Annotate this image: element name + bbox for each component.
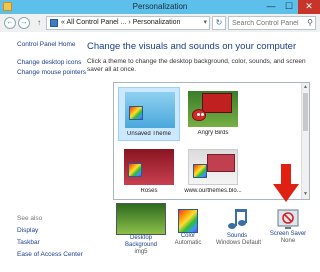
sidebar-item-change-desktop-icons[interactable]: Change desktop icons xyxy=(17,59,81,66)
page-title: Change the visuals and sounds on your co… xyxy=(87,41,297,52)
scroll-thumb[interactable] xyxy=(303,93,308,131)
desktop-background-button[interactable]: Desktop Background img5 xyxy=(113,203,169,256)
theme-tile-roses[interactable]: Roses xyxy=(118,145,180,199)
see-also-taskbar[interactable]: Taskbar xyxy=(17,239,40,246)
desktop-background-label-2: Background xyxy=(124,242,158,248)
screen-saver-value: None xyxy=(280,238,296,244)
breadcrumb[interactable]: « All Control Panel ... › Personalizatio… xyxy=(61,19,180,26)
close-button[interactable]: ✕ xyxy=(298,0,320,14)
sidebar-item-change-mouse-pointers[interactable]: Change mouse pointers xyxy=(17,69,86,76)
theme-thumbnail xyxy=(188,149,238,185)
left-pane: Control Panel Home Change desktop icons … xyxy=(0,32,86,272)
theme-thumbnail xyxy=(125,92,175,128)
theme-thumbnail xyxy=(188,91,238,127)
up-button[interactable]: ↑ xyxy=(34,17,44,29)
angry-birds-wallpaper xyxy=(202,93,232,113)
theme-tile-angry-birds[interactable]: Angry Birds xyxy=(182,87,244,141)
color-button[interactable]: Color Automatic xyxy=(172,203,204,247)
minimize-button[interactable]: — xyxy=(262,0,280,14)
forward-button[interactable]: → xyxy=(18,17,30,29)
see-also-ease-of-access[interactable]: Ease of Access Center xyxy=(17,251,83,258)
desktop-background-value: img5 xyxy=(134,249,148,255)
theme-label: Angry Birds xyxy=(197,130,229,136)
page-description: Click a theme to change the desktop back… xyxy=(87,58,306,73)
color-label: Color xyxy=(180,233,196,239)
screen-saver-button[interactable]: Screen Saver None xyxy=(268,203,308,245)
scroll-down-icon[interactable]: ▼ xyxy=(302,191,309,198)
palette-icon xyxy=(128,163,142,177)
color-value: Automatic xyxy=(174,240,202,246)
screen-saver-icon xyxy=(277,209,299,231)
sounds-button[interactable]: Sounds Windows Default xyxy=(216,203,262,247)
color-icon xyxy=(178,209,198,233)
scroll-up-icon[interactable]: ▲ xyxy=(302,84,309,91)
back-button[interactable]: ← xyxy=(4,17,16,29)
sidebar-item-control-panel-home[interactable]: Control Panel Home xyxy=(17,41,76,48)
control-panel-icon xyxy=(50,19,58,27)
theme-tile-ourthemes[interactable]: www.ourthemes.blo... xyxy=(182,145,244,199)
sounds-label: Sounds xyxy=(226,233,248,239)
title-bar: Personalization — ☐ ✕ xyxy=(0,0,320,14)
theme-settings-bar: Desktop Background img5 Color Automatic … xyxy=(80,203,320,272)
theme-label: Roses xyxy=(140,188,158,194)
search-input[interactable] xyxy=(232,17,306,29)
palette-icon xyxy=(193,164,207,178)
rose-wallpaper xyxy=(207,154,235,172)
search-icon[interactable]: ⚲ xyxy=(307,18,313,27)
theme-label: www.ourthemes.blo... xyxy=(184,188,242,194)
annotation-arrow-icon xyxy=(273,164,299,202)
address-row: ← → ↑ « All Control Panel ... › Personal… xyxy=(0,14,320,32)
search-box[interactable]: ⚲ xyxy=(228,16,316,30)
refresh-button[interactable]: ↻ xyxy=(212,16,226,30)
sounds-icon xyxy=(225,207,249,233)
see-also-heading: See also xyxy=(17,215,43,222)
palette-icon xyxy=(129,106,143,120)
screen-saver-label: Screen Saver xyxy=(269,231,307,237)
themes-scrollbar[interactable]: ▲ ▼ xyxy=(301,83,309,199)
see-also-display[interactable]: Display xyxy=(17,227,38,234)
desktop-background-icon xyxy=(116,203,166,235)
desktop-background-label-1: Desktop xyxy=(129,235,152,241)
address-bar[interactable]: « All Control Panel ... › Personalizatio… xyxy=(46,16,210,30)
theme-thumbnail xyxy=(124,149,174,185)
theme-label: Unsaved Theme xyxy=(127,131,171,137)
angry-bird-icon xyxy=(192,109,206,121)
theme-tile-unsaved[interactable]: Unsaved Theme xyxy=(118,87,180,141)
maximize-button[interactable]: ☐ xyxy=(280,0,298,14)
sounds-value: Windows Default xyxy=(216,240,262,246)
address-dropdown-icon[interactable]: ▾ xyxy=(203,18,207,26)
